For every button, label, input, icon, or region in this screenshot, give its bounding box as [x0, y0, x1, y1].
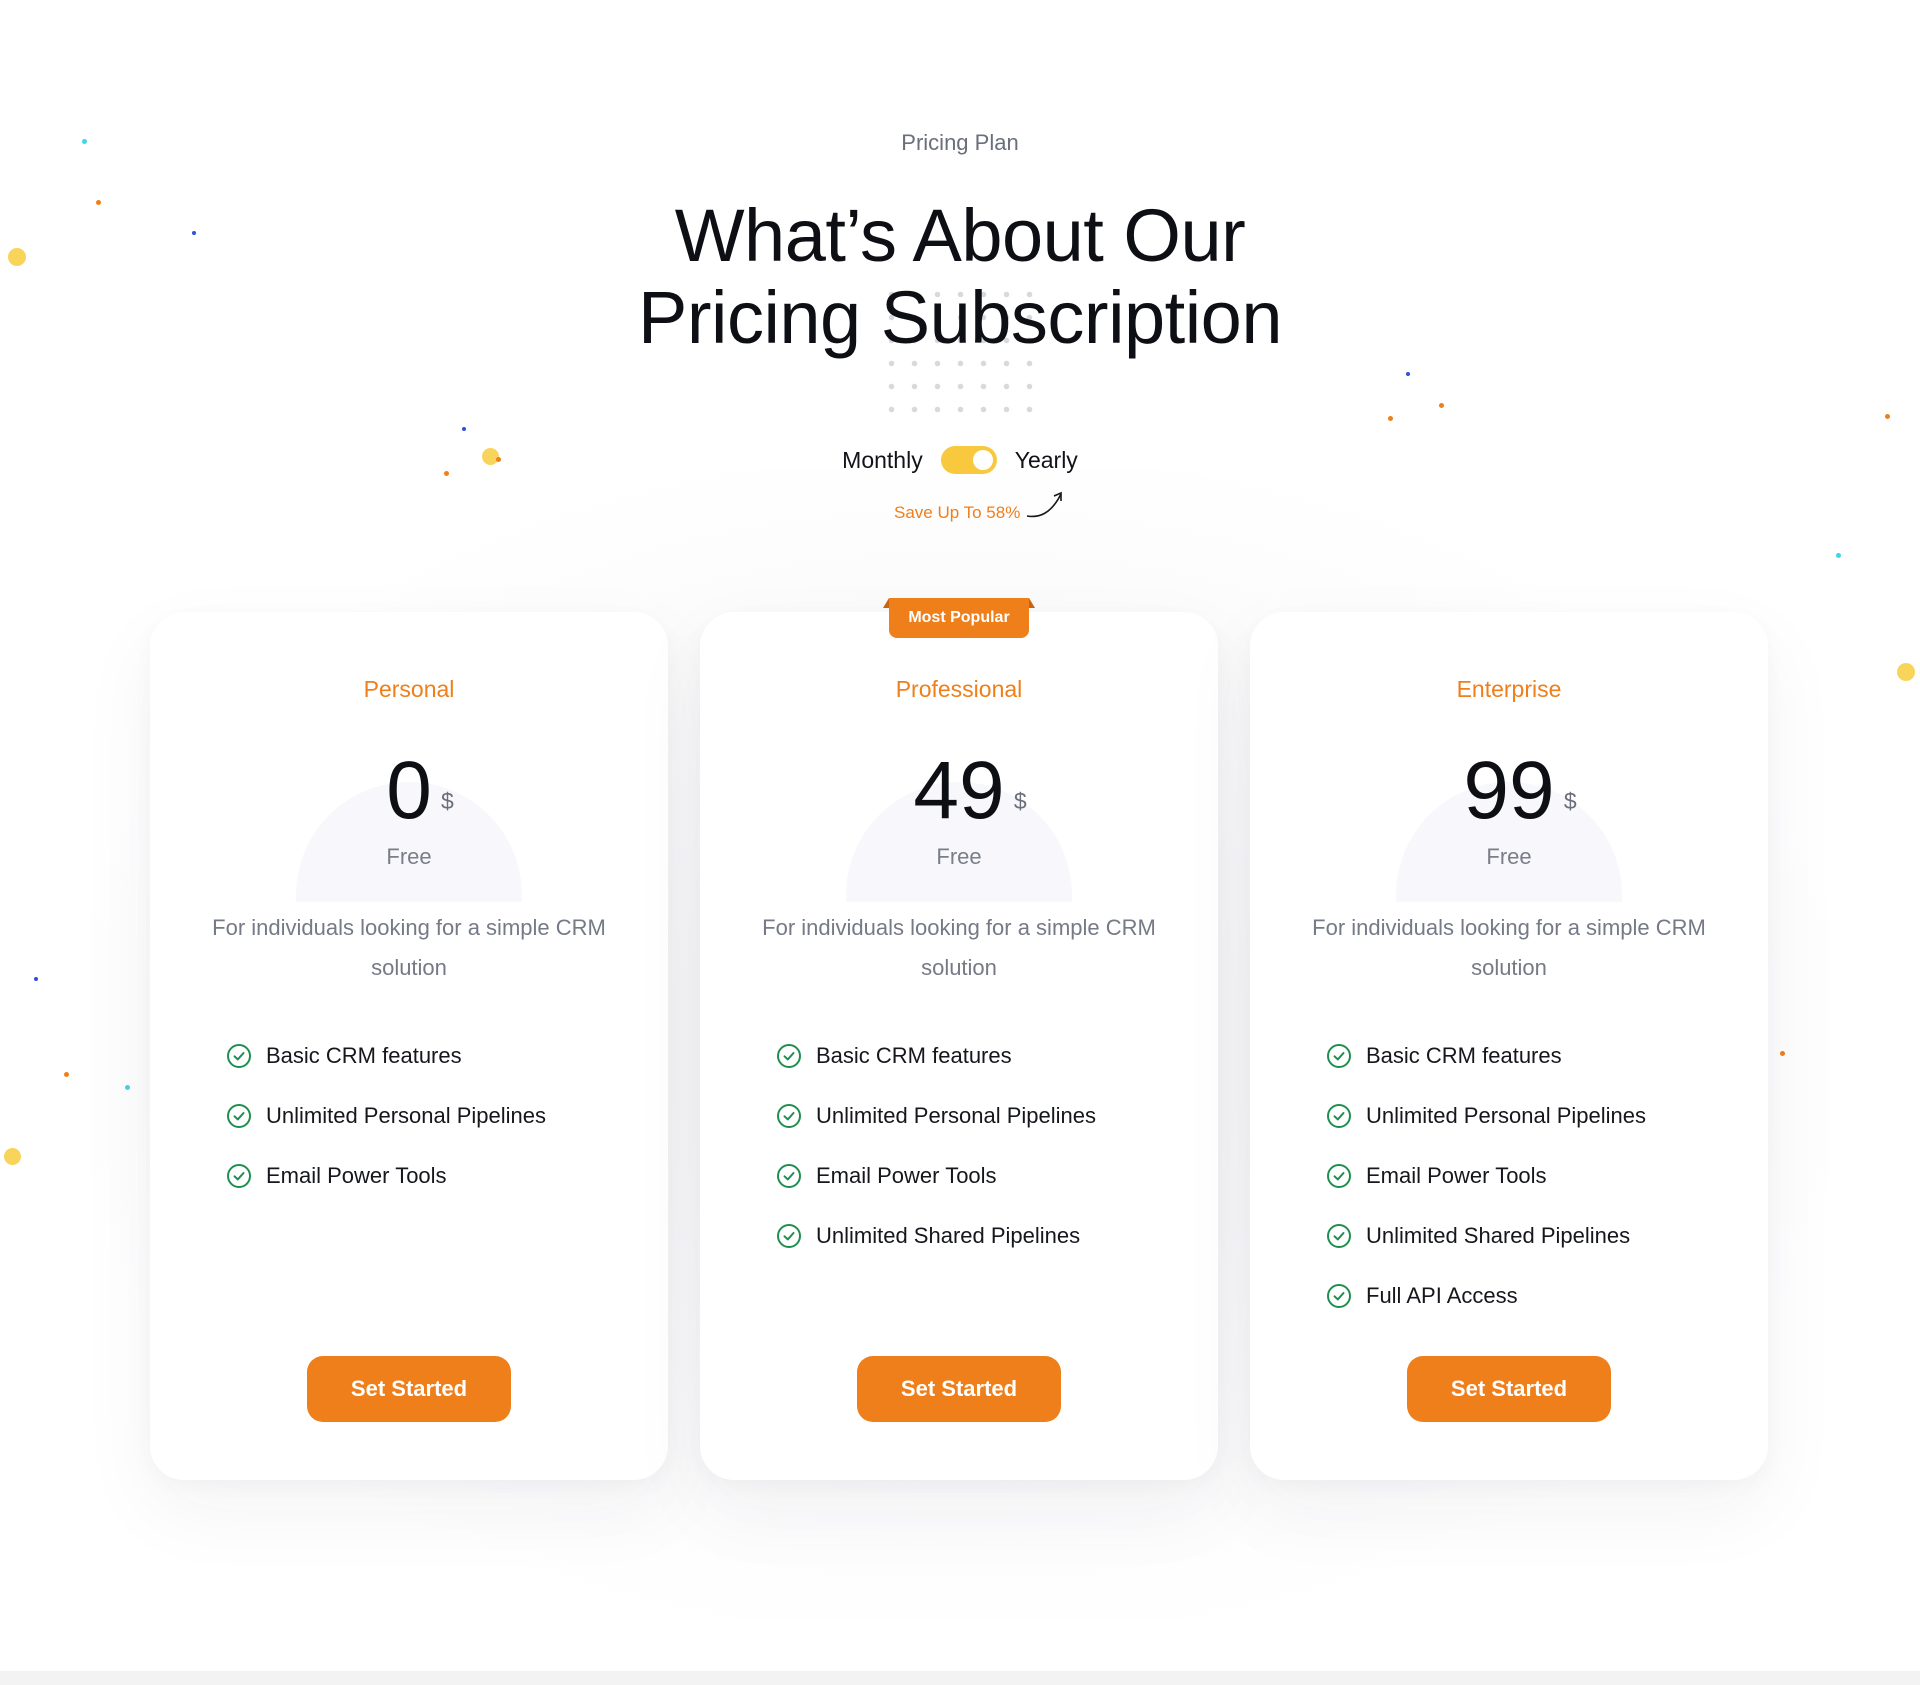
check-circle-icon — [1327, 1104, 1351, 1128]
plan-price: 49 $ — [913, 745, 1026, 836]
decor-dot — [1897, 663, 1915, 681]
billing-switch[interactable] — [940, 446, 997, 474]
pricing-card-personal: Personal 0 $ Free For individuals lookin… — [150, 612, 668, 1480]
feature-item: Unlimited Personal Pipelines — [776, 1086, 1096, 1146]
plan-name: Professional — [895, 676, 1023, 702]
section-eyebrow: Pricing Plan — [901, 130, 1019, 155]
feature-item: Basic CRM features — [226, 1026, 546, 1086]
decor-dot — [1406, 372, 1410, 376]
check-circle-icon — [227, 1164, 251, 1188]
decor-dot — [1780, 1051, 1785, 1056]
check-circle-icon — [1327, 1164, 1351, 1188]
billing-toggle: Monthly Yearly — [0, 446, 1920, 474]
monthly-label[interactable]: Monthly — [842, 447, 923, 474]
feature-item: Unlimited Personal Pipelines — [226, 1086, 546, 1146]
page-title: What’s About Our Pricing Subscription — [0, 195, 1920, 359]
section-divider — [0, 1671, 1920, 1685]
feature-label: Basic CRM features — [266, 1043, 462, 1068]
decor-dot — [462, 427, 466, 431]
feature-item: Basic CRM features — [1326, 1026, 1646, 1086]
yearly-label[interactable]: Yearly — [1015, 447, 1078, 474]
feature-item: Email Power Tools — [776, 1146, 1096, 1206]
decor-dot — [34, 977, 38, 981]
currency-symbol: $ — [1563, 788, 1577, 814]
price-amount: 99 — [1463, 745, 1555, 836]
feature-label: Unlimited Personal Pipelines — [266, 1103, 547, 1128]
feature-label: Unlimited Personal Pipelines — [1366, 1103, 1647, 1128]
plan-period: Free — [1486, 844, 1532, 869]
feature-item: Email Power Tools — [226, 1146, 546, 1206]
price-amount: 0 — [386, 745, 432, 836]
decor-dot — [1836, 553, 1841, 558]
get-started-button[interactable]: Set Started — [307, 1356, 511, 1422]
check-circle-icon — [1327, 1044, 1351, 1068]
feature-list: Basic CRM features Unlimited Personal Pi… — [776, 1026, 1096, 1266]
page-title-line1: What’s About Our — [674, 194, 1246, 277]
check-circle-icon — [777, 1104, 801, 1128]
check-circle-icon — [1327, 1284, 1351, 1308]
check-circle-icon — [227, 1044, 251, 1068]
feature-item: Email Power Tools — [1326, 1146, 1646, 1206]
plan-price: 99 $ — [1463, 745, 1576, 836]
check-circle-icon — [1327, 1224, 1351, 1248]
plan-period: Free — [386, 844, 432, 869]
currency-symbol: $ — [1013, 788, 1027, 814]
check-circle-icon — [227, 1104, 251, 1128]
most-popular-badge: Most Popular — [883, 598, 1035, 638]
check-circle-icon — [777, 1164, 801, 1188]
feature-label: Unlimited Personal Pipelines — [816, 1103, 1097, 1128]
currency-symbol: $ — [441, 788, 454, 814]
feature-item: Full API Access — [1326, 1266, 1646, 1326]
decor-dot — [1439, 403, 1444, 408]
pricing-card-enterprise: Enterprise 99 $ Free For individuals loo… — [1250, 612, 1768, 1480]
plan-name: Enterprise — [1456, 676, 1562, 702]
get-started-button[interactable]: Set Started — [857, 1356, 1061, 1422]
feature-list: Basic CRM features Unlimited Personal Pi… — [1326, 1026, 1646, 1326]
feature-label: Full API Access — [1366, 1283, 1518, 1308]
decor-dot — [64, 1072, 69, 1077]
page-title-line2: Pricing Subscription — [638, 276, 1282, 359]
feature-label: Basic CRM features — [816, 1043, 1012, 1068]
price-amount: 49 — [913, 745, 1005, 836]
plan-description: For individuals looking for a simple CRM… — [762, 915, 1156, 980]
curved-arrow-icon — [1026, 491, 1062, 518]
decor-dot — [1885, 414, 1890, 419]
feature-item: Unlimited Shared Pipelines — [1326, 1206, 1646, 1266]
plan-description: For individuals looking for a simple CRM… — [1312, 915, 1706, 980]
decor-dot — [4, 1148, 21, 1165]
switch-knob — [972, 450, 993, 470]
decor-dot — [1388, 416, 1393, 421]
feature-item: Unlimited Shared Pipelines — [776, 1206, 1096, 1266]
feature-item: Unlimited Personal Pipelines — [1326, 1086, 1646, 1146]
save-note: Save Up To 58% — [894, 503, 1021, 522]
feature-label: Email Power Tools — [816, 1163, 997, 1188]
decor-dot — [125, 1085, 130, 1090]
feature-item: Basic CRM features — [776, 1026, 1096, 1086]
plan-description: For individuals looking for a simple CRM… — [212, 915, 606, 980]
feature-label: Unlimited Shared Pipelines — [1366, 1223, 1631, 1248]
feature-label: Unlimited Shared Pipelines — [816, 1223, 1081, 1248]
feature-label: Email Power Tools — [1366, 1163, 1547, 1188]
feature-label: Email Power Tools — [266, 1163, 447, 1188]
check-circle-icon — [777, 1224, 801, 1248]
feature-list: Basic CRM features Unlimited Personal Pi… — [226, 1026, 546, 1206]
plan-price: 0 $ — [386, 745, 454, 836]
feature-label: Basic CRM features — [1366, 1043, 1562, 1068]
plan-period: Free — [936, 844, 982, 869]
plan-name: Personal — [363, 676, 455, 702]
pricing-card-professional: Most Popular Professional 49 $ Free For … — [700, 598, 1218, 1480]
get-started-button[interactable]: Set Started — [1407, 1356, 1611, 1422]
check-circle-icon — [777, 1044, 801, 1068]
